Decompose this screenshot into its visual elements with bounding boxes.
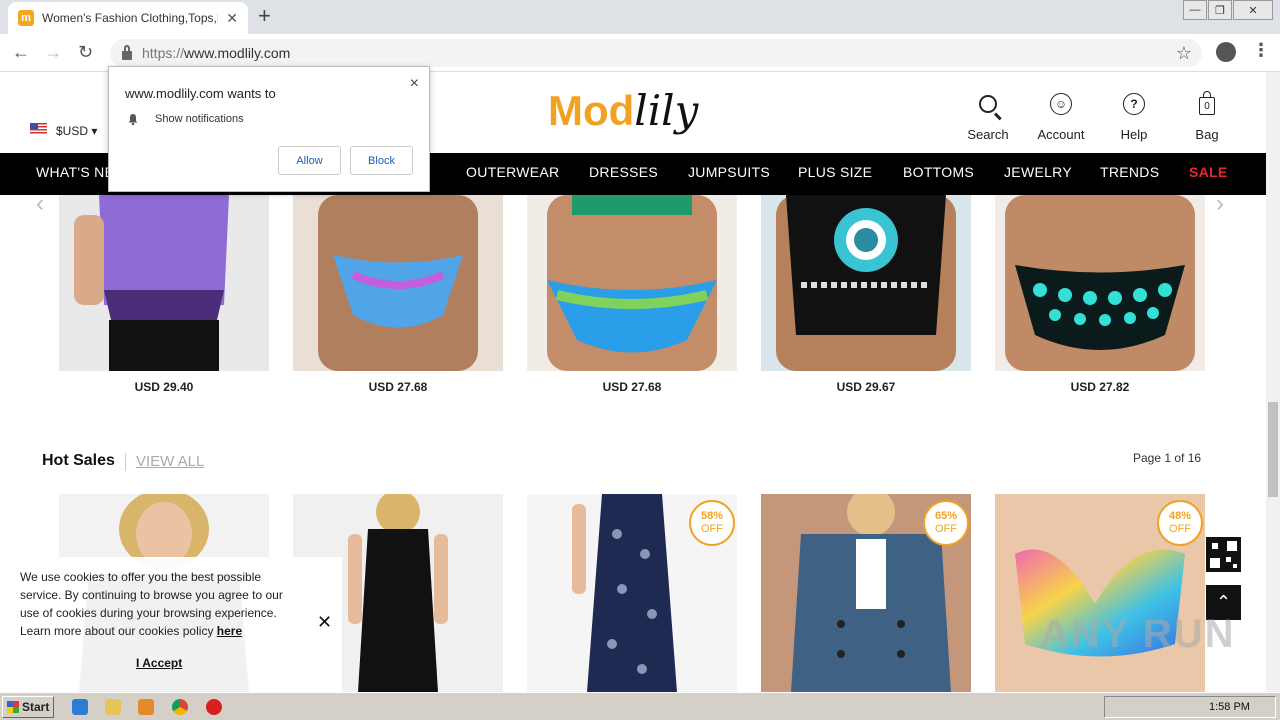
watermark: ANY RUN (1040, 612, 1236, 656)
profile-avatar-icon[interactable] (1216, 42, 1236, 62)
product-image (293, 195, 503, 371)
allow-button[interactable]: Allow (278, 146, 341, 175)
block-button[interactable]: Block (350, 146, 413, 175)
lock-icon[interactable] (122, 44, 132, 60)
qr-code-icon[interactable] (1206, 537, 1241, 572)
url-text: https://www.modlily.com (142, 45, 291, 61)
product-image (59, 195, 269, 371)
nav-dresses[interactable]: DRESSES (589, 164, 658, 180)
product-price: USD 29.40 (134, 380, 194, 394)
product-card[interactable] (293, 195, 503, 371)
restore-button[interactable]: ❐ (1208, 0, 1232, 20)
back-arrow-icon[interactable]: ← (12, 42, 30, 63)
product-card[interactable]: 58% OFF (527, 494, 737, 692)
product-image (761, 195, 971, 371)
product-image (995, 195, 1205, 371)
product-card[interactable]: 48% OFF (995, 494, 1205, 692)
media-player-icon[interactable] (138, 699, 154, 715)
cookie-accept-button[interactable]: I Accept (136, 656, 182, 670)
nav-bottoms[interactable]: BOTTOMS (903, 164, 974, 180)
search-label: Search (967, 127, 1009, 142)
product-card[interactable] (59, 195, 269, 371)
ie-icon[interactable] (72, 699, 88, 715)
product-card[interactable] (527, 195, 737, 371)
close-window-button[interactable]: ✕ (1233, 0, 1273, 20)
hot-sales-heading: Hot Sales (42, 452, 115, 469)
folder-icon[interactable] (105, 699, 121, 715)
address-bar[interactable]: https://www.modlily.com ☆ (110, 39, 1202, 67)
windows-logo-icon (7, 701, 19, 713)
product-card[interactable] (761, 195, 971, 371)
header-bag-button[interactable]: 0 Bag (1172, 90, 1242, 142)
reload-icon[interactable]: ↻ (78, 42, 93, 63)
forward-arrow-icon[interactable]: → (44, 42, 62, 63)
help-icon: ? (1123, 93, 1145, 115)
cookie-policy-link[interactable]: here (217, 624, 242, 638)
cookie-close-icon[interactable]: ✕ (317, 612, 332, 633)
bag-icon: 0 (1199, 91, 1215, 115)
minimize-button[interactable]: — (1183, 0, 1207, 20)
currency-selector[interactable]: $USD ▾ (56, 124, 97, 138)
notification-permission-dialog: www.modlily.com wants to × Show notifica… (108, 66, 430, 192)
caret-down-icon: ▾ (91, 124, 98, 138)
product-image (527, 195, 737, 371)
nav-jewelry[interactable]: JEWELRY (1004, 164, 1072, 180)
tab-title: Women's Fashion Clothing,Tops,Dre (42, 11, 218, 25)
product-price: USD 27.68 (368, 380, 428, 394)
carousel-prev-icon[interactable]: ‹ (36, 190, 44, 218)
browser-tab-bar: m Women's Fashion Clothing,Tops,Dre ✕ + … (0, 0, 1280, 34)
product-price: USD 27.82 (1070, 380, 1130, 394)
taskbar-clock: 1:58 PM (1209, 701, 1250, 713)
product-card[interactable]: 65% OFF (761, 494, 971, 692)
carousel-next-icon[interactable]: › (1216, 190, 1224, 218)
bell-icon (128, 114, 138, 125)
site-logo[interactable]: Modlily (548, 86, 698, 135)
system-tray (1104, 696, 1276, 718)
header-account-button[interactable]: ☺ Account (1026, 90, 1096, 142)
start-button[interactable]: Start (2, 696, 54, 718)
page-indicator: Page 1 of 16 (1133, 451, 1202, 465)
header-help-button[interactable]: ? Help (1099, 90, 1169, 142)
dialog-close-icon[interactable]: × (410, 75, 419, 93)
product-card[interactable] (995, 195, 1205, 371)
product-price: USD 27.68 (602, 380, 662, 394)
scrollbar-thumb[interactable] (1268, 402, 1278, 497)
discount-badge: 48% OFF (1157, 500, 1203, 546)
opera-icon[interactable] (206, 699, 222, 715)
cookie-message: We use cookies to offer you the best pos… (20, 570, 283, 638)
help-label: Help (1120, 127, 1148, 142)
discount-badge: 58% OFF (689, 500, 735, 546)
product-price: USD 29.67 (836, 380, 896, 394)
account-icon: ☺ (1050, 93, 1072, 115)
browser-menu-icon[interactable]: ⋮ (1252, 40, 1270, 61)
dialog-title: www.modlily.com wants to (125, 86, 276, 101)
header-search-button[interactable]: Search (953, 90, 1023, 142)
nav-trends[interactable]: TRENDS (1100, 164, 1159, 180)
page-scrollbar[interactable] (1266, 72, 1280, 692)
bag-label: Bag (1195, 127, 1219, 142)
tab-close-icon[interactable]: ✕ (226, 10, 238, 27)
view-all-link[interactable]: VIEW ALL (136, 453, 204, 470)
nav-plus-size[interactable]: PLUS SIZE (798, 164, 872, 180)
chrome-icon[interactable] (172, 699, 188, 715)
bookmark-star-icon[interactable]: ☆ (1176, 43, 1192, 64)
discount-badge: 65% OFF (923, 500, 969, 546)
nav-jumpsuits[interactable]: JUMPSUITS (688, 164, 770, 180)
account-label: Account (1037, 127, 1085, 142)
permission-text: Show notifications (155, 113, 244, 125)
nav-sale[interactable]: SALE (1189, 164, 1228, 180)
new-tab-icon[interactable]: + (258, 5, 271, 27)
browser-tab[interactable]: m Women's Fashion Clothing,Tops,Dre ✕ (8, 2, 248, 34)
heading-divider (125, 453, 126, 471)
nav-outerwear[interactable]: OUTERWEAR (466, 164, 559, 180)
cookie-banner: We use cookies to offer you the best pos… (0, 557, 342, 692)
modlily-favicon-icon: m (18, 10, 34, 26)
us-flag-icon[interactable] (30, 123, 47, 134)
windows-taskbar: Start 1:58 PM (0, 692, 1280, 720)
search-icon (979, 95, 997, 113)
